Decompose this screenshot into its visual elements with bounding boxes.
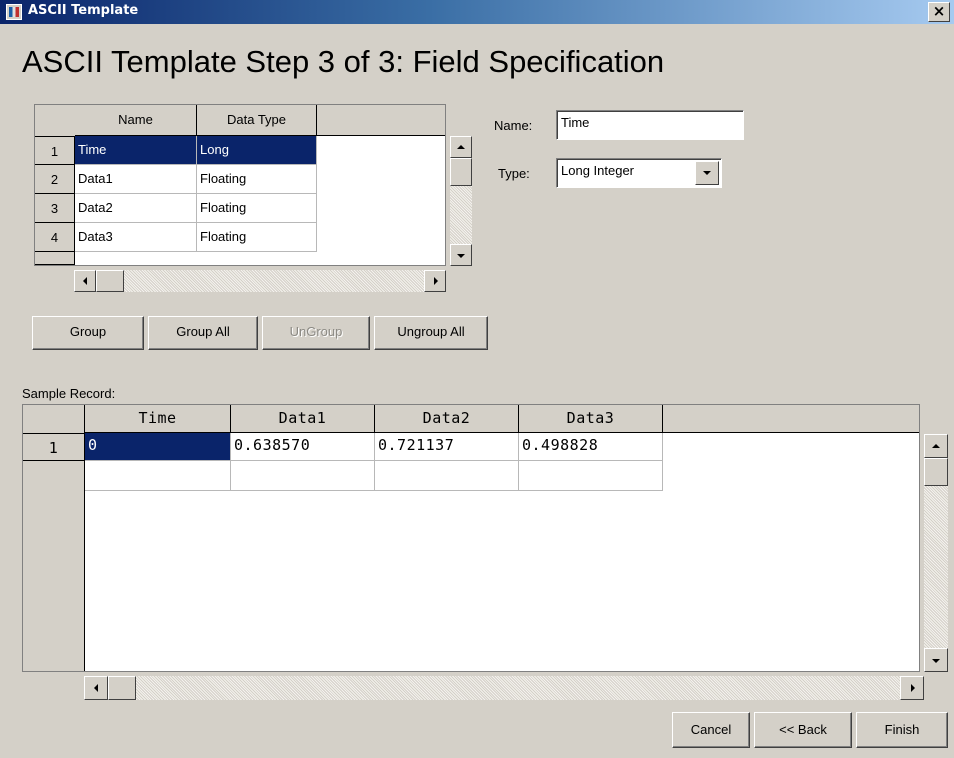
- cell-name[interactable]: Data2: [75, 194, 197, 223]
- arrow-up-icon: [932, 444, 940, 448]
- grid-app-icon: [6, 4, 22, 20]
- cell-data-type[interactable]: Floating: [197, 165, 317, 194]
- scroll-thumb[interactable]: [450, 158, 472, 186]
- type-dropdown-button[interactable]: [695, 161, 719, 185]
- scroll-thumb[interactable]: [96, 270, 124, 292]
- page-title: ASCII Template Step 3 of 3: Field Specif…: [22, 44, 665, 79]
- cell-name[interactable]: Time: [75, 136, 197, 165]
- cell-name[interactable]: Data3: [75, 223, 197, 252]
- sample-empty-cell[interactable]: [231, 461, 375, 491]
- sample-header-data3[interactable]: Data3: [519, 405, 663, 433]
- scroll-right-button[interactable]: [900, 676, 924, 700]
- scroll-thumb[interactable]: [924, 458, 948, 486]
- row-number[interactable]: 4: [35, 223, 75, 252]
- row-number[interactable]: 3: [35, 194, 75, 223]
- scroll-left-button[interactable]: [84, 676, 108, 700]
- close-icon[interactable]: ×: [928, 2, 950, 22]
- scroll-up-button[interactable]: [924, 434, 948, 458]
- sample-header-time[interactable]: Time: [85, 405, 231, 433]
- scroll-thumb[interactable]: [108, 676, 136, 700]
- back-button[interactable]: << Back: [754, 712, 852, 748]
- sample-row-number[interactable]: 1: [23, 433, 85, 461]
- sample-grid-horizontal-scrollbar[interactable]: [84, 676, 924, 700]
- arrow-up-icon: [457, 145, 465, 149]
- sample-empty-cell[interactable]: [85, 461, 231, 491]
- sample-cell-data1[interactable]: 0.638570: [231, 433, 375, 461]
- name-label: Name:: [494, 118, 533, 133]
- arrow-left-icon: [94, 684, 98, 692]
- column-header-empty: [317, 105, 445, 136]
- sample-cell-data3[interactable]: 0.498828: [519, 433, 663, 461]
- type-label: Type:: [498, 166, 530, 181]
- group-button[interactable]: Group: [32, 316, 144, 350]
- finish-button[interactable]: Finish: [856, 712, 948, 748]
- fields-grid: Name Data Type 1 Time Long 2 Data1 Float…: [34, 104, 446, 266]
- arrow-right-icon: [434, 277, 438, 285]
- sample-grid-vertical-scrollbar[interactable]: [924, 434, 948, 672]
- arrow-right-icon: [911, 684, 915, 692]
- sample-header-empty: [663, 405, 919, 433]
- cell-data-type[interactable]: Long: [197, 136, 317, 165]
- sample-cell-data2[interactable]: 0.721137: [375, 433, 519, 461]
- scroll-up-button[interactable]: [450, 136, 472, 158]
- sample-cell-time[interactable]: 0: [85, 433, 231, 461]
- cell-data-type[interactable]: Floating: [197, 194, 317, 223]
- scroll-down-button[interactable]: [450, 244, 472, 266]
- row-number[interactable]: 2: [35, 165, 75, 194]
- scroll-down-button[interactable]: [924, 648, 948, 672]
- sample-empty-cell[interactable]: [375, 461, 519, 491]
- row-number[interactable]: 1: [35, 136, 75, 165]
- fields-grid-vertical-scrollbar[interactable]: [450, 136, 472, 266]
- arrow-down-icon: [457, 254, 465, 258]
- cancel-button[interactable]: Cancel: [672, 712, 750, 748]
- row-number-empty: [35, 252, 75, 265]
- window-title: ASCII Template: [28, 3, 139, 18]
- sample-header-data2[interactable]: Data2: [375, 405, 519, 433]
- title-bar: ASCII Template ×: [0, 0, 954, 24]
- sample-record-label: Sample Record:: [22, 386, 116, 401]
- column-header-name[interactable]: Name: [75, 105, 197, 136]
- cell-data-type[interactable]: Floating: [197, 223, 317, 252]
- scroll-right-button[interactable]: [424, 270, 446, 292]
- sample-grid: Time Data1 Data2 Data3 1 0 0.638570 0.72…: [22, 404, 920, 672]
- column-header-data-type[interactable]: Data Type: [197, 105, 317, 136]
- scroll-left-button[interactable]: [74, 270, 96, 292]
- ungroup-button[interactable]: UnGroup: [262, 316, 370, 350]
- cell-name[interactable]: Data1: [75, 165, 197, 194]
- chevron-down-icon: [703, 171, 711, 175]
- sample-grid-corner: [23, 405, 85, 433]
- sample-empty-cell[interactable]: [519, 461, 663, 491]
- group-all-button[interactable]: Group All: [148, 316, 258, 350]
- arrow-down-icon: [932, 659, 940, 663]
- ungroup-all-button[interactable]: Ungroup All: [374, 316, 488, 350]
- sample-header-data1[interactable]: Data1: [231, 405, 375, 433]
- arrow-left-icon: [83, 277, 87, 285]
- fields-grid-horizontal-scrollbar[interactable]: [74, 270, 446, 292]
- name-field[interactable]: Time: [556, 110, 744, 140]
